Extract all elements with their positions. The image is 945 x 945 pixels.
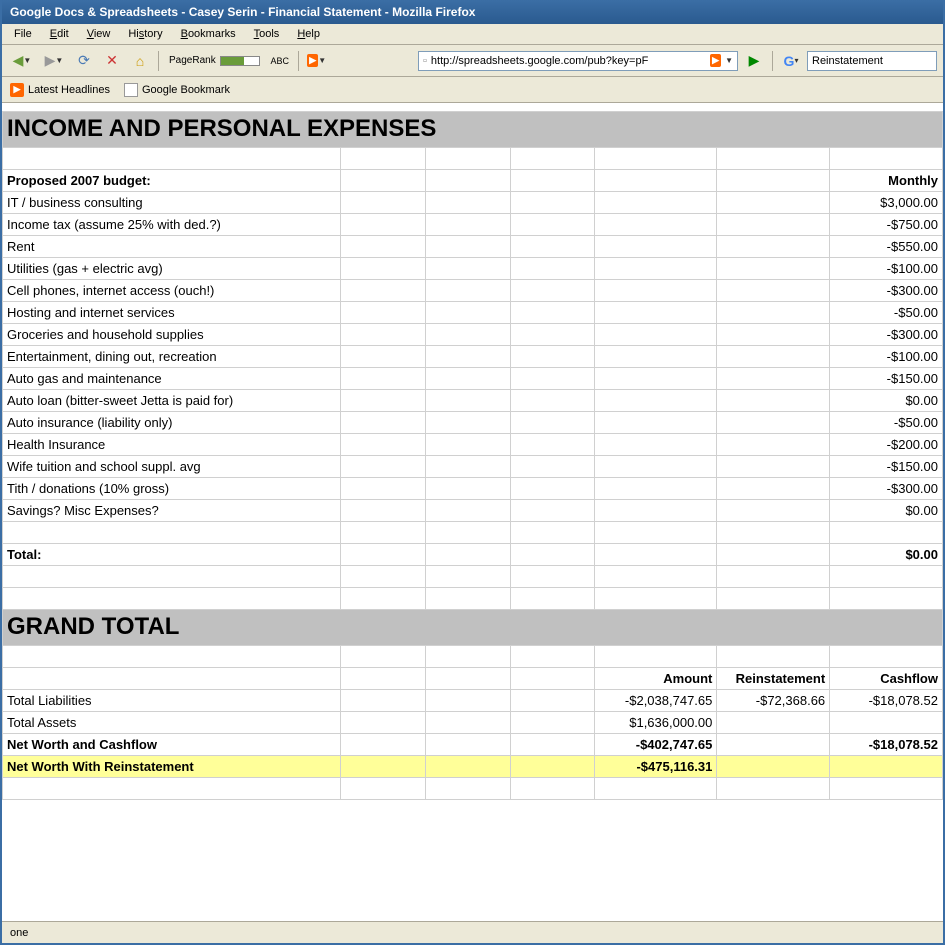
col-amount: Amount xyxy=(595,667,717,689)
row-label[interactable]: IT / business consulting xyxy=(3,191,341,213)
bookmark-google[interactable]: Google Bookmark xyxy=(124,83,230,97)
search-engine-button[interactable]: G▾ xyxy=(779,49,803,73)
section-header: INCOME AND PERSONAL EXPENSES xyxy=(3,111,943,147)
row-value[interactable]: -$200.00 xyxy=(830,433,943,455)
gt-cash[interactable] xyxy=(830,711,943,733)
row-label[interactable]: Groceries and household supplies xyxy=(3,323,341,345)
budget-label: Proposed 2007 budget: xyxy=(3,169,341,191)
content-area: INCOME AND PERSONAL EXPENSES Proposed 20… xyxy=(2,103,943,921)
home-button[interactable]: ⌂ xyxy=(128,49,152,73)
page-icon xyxy=(124,83,138,97)
google-icon: G xyxy=(784,53,795,69)
networth-amount: -$402,747.65 xyxy=(595,733,717,755)
row-label[interactable]: Hosting and internet services xyxy=(3,301,341,323)
row-value[interactable]: -$550.00 xyxy=(830,235,943,257)
go-button[interactable]: ▶ xyxy=(742,49,766,73)
stop-button[interactable]: ✕ xyxy=(100,49,124,73)
row-label[interactable]: Auto insurance (liability only) xyxy=(3,411,341,433)
col-cashflow: Cashflow xyxy=(830,667,943,689)
rss-button[interactable]: ▶▼ xyxy=(305,49,329,73)
titlebar[interactable]: Google Docs & Spreadsheets - Casey Serin… xyxy=(2,0,943,24)
row-value[interactable]: $3,000.00 xyxy=(830,191,943,213)
go-icon: ▶ xyxy=(749,52,760,69)
networth-label: Net Worth and Cashflow xyxy=(3,733,341,755)
window: Google Docs & Spreadsheets - Casey Serin… xyxy=(0,0,945,945)
menu-history[interactable]: History xyxy=(120,26,170,42)
bookmark-label: Google Bookmark xyxy=(142,84,230,96)
menu-view[interactable]: View xyxy=(79,26,119,42)
spreadsheet[interactable]: INCOME AND PERSONAL EXPENSES Proposed 20… xyxy=(2,103,943,800)
row-value[interactable]: -$300.00 xyxy=(830,477,943,499)
networth-rein-amount: -$475,116.31 xyxy=(595,755,717,777)
networth-cash: -$18,078.52 xyxy=(830,733,943,755)
pagerank-label: PageRank xyxy=(169,55,216,66)
row-value[interactable]: -$750.00 xyxy=(830,213,943,235)
separator xyxy=(772,51,773,71)
row-value[interactable]: -$50.00 xyxy=(830,301,943,323)
menu-edit[interactable]: Edit xyxy=(42,26,77,42)
monthly-header: Monthly xyxy=(830,169,943,191)
row-value[interactable]: -$150.00 xyxy=(830,367,943,389)
menu-help[interactable]: Help xyxy=(289,26,328,42)
window-title: Google Docs & Spreadsheets - Casey Serin… xyxy=(10,5,475,19)
row-value[interactable]: $0.00 xyxy=(830,389,943,411)
menubar: File Edit View History Bookmarks Tools H… xyxy=(2,24,943,45)
menu-tools[interactable]: Tools xyxy=(246,26,288,42)
total-value: $0.00 xyxy=(830,543,943,565)
row-value[interactable]: -$150.00 xyxy=(830,455,943,477)
pagerank-widget[interactable]: PageRank xyxy=(165,55,264,66)
row-label[interactable]: Utilities (gas + electric avg) xyxy=(3,257,341,279)
gt-amount[interactable]: -$2,038,747.65 xyxy=(595,689,717,711)
spellcheck-button[interactable]: ABC xyxy=(268,49,292,73)
row-value[interactable]: -$50.00 xyxy=(830,411,943,433)
status-text: one xyxy=(10,927,28,939)
row-label[interactable]: Cell phones, internet access (ouch!) xyxy=(3,279,341,301)
bookmark-latest-headlines[interactable]: ▶ Latest Headlines xyxy=(10,83,110,97)
row-label[interactable]: Tith / donations (10% gross) xyxy=(3,477,341,499)
separator xyxy=(158,51,159,71)
row-value[interactable]: -$300.00 xyxy=(830,323,943,345)
bookmarks-toolbar: ▶ Latest Headlines Google Bookmark xyxy=(2,77,943,103)
back-button[interactable]: ◀▼ xyxy=(8,49,36,73)
row-value[interactable]: $0.00 xyxy=(830,499,943,521)
gt-amount[interactable]: $1,636,000.00 xyxy=(595,711,717,733)
row-value[interactable]: -$100.00 xyxy=(830,345,943,367)
rss-icon: ▶ xyxy=(307,54,318,67)
row-label[interactable]: Health Insurance xyxy=(3,433,341,455)
total-label: Total: xyxy=(3,543,341,565)
row-label[interactable]: Auto gas and maintenance xyxy=(3,367,341,389)
gt-label[interactable]: Total Assets xyxy=(3,711,341,733)
page-icon: ▫ xyxy=(423,55,427,67)
separator xyxy=(298,51,299,71)
row-label[interactable]: Savings? Misc Expenses? xyxy=(3,499,341,521)
feed-icon[interactable]: ▶ xyxy=(710,54,721,67)
menu-bookmarks[interactable]: Bookmarks xyxy=(173,26,244,42)
search-input[interactable] xyxy=(807,51,937,71)
gt-rein[interactable]: -$72,368.66 xyxy=(717,689,830,711)
gt-rein[interactable] xyxy=(717,711,830,733)
rss-icon: ▶ xyxy=(10,83,24,97)
forward-button[interactable]: ▶▼ xyxy=(40,49,68,73)
networth-rein-label: Net Worth With Reinstatement xyxy=(3,755,341,777)
url-input[interactable]: ▫ http://spreadsheets.google.com/pub?key… xyxy=(418,51,738,71)
statusbar: one xyxy=(2,921,943,943)
section-header: GRAND TOTAL xyxy=(3,609,943,645)
row-value[interactable]: -$100.00 xyxy=(830,257,943,279)
gt-label[interactable]: Total Liabilities xyxy=(3,689,341,711)
row-label[interactable]: Entertainment, dining out, recreation xyxy=(3,345,341,367)
pagerank-bar xyxy=(220,56,260,66)
url-text: http://spreadsheets.google.com/pub?key=p… xyxy=(431,55,706,67)
row-value[interactable]: -$300.00 xyxy=(830,279,943,301)
reload-button[interactable]: ⟳ xyxy=(72,49,96,73)
bookmark-label: Latest Headlines xyxy=(28,84,110,96)
nav-toolbar: ◀▼ ▶▼ ⟳ ✕ ⌂ PageRank ABC ▶▼ ▫ http://spr… xyxy=(2,45,943,77)
row-label[interactable]: Rent xyxy=(3,235,341,257)
gt-cash[interactable]: -$18,078.52 xyxy=(830,689,943,711)
row-label[interactable]: Wife tuition and school suppl. avg xyxy=(3,455,341,477)
row-label[interactable]: Income tax (assume 25% with ded.?) xyxy=(3,213,341,235)
row-label[interactable]: Auto loan (bitter-sweet Jetta is paid fo… xyxy=(3,389,341,411)
url-dropdown-icon[interactable]: ▼ xyxy=(725,56,733,65)
menu-file[interactable]: File xyxy=(6,26,40,42)
col-reinstatement: Reinstatement xyxy=(717,667,830,689)
